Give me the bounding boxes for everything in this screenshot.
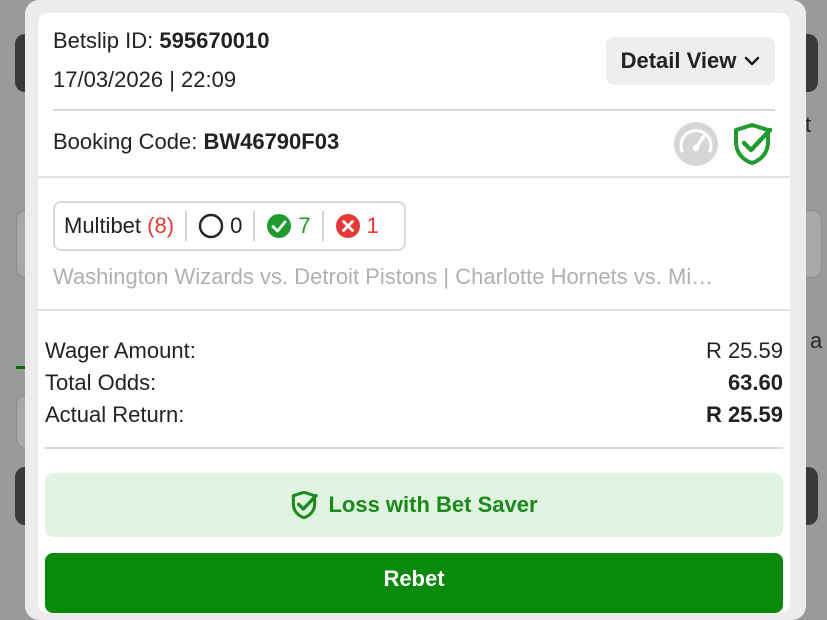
separator [321,211,324,241]
divider [45,447,783,449]
booking-code-value: BW46790F03 [203,129,340,154]
booking-code-label: Booking Code: [53,129,198,154]
open-legs-count: 0 [230,213,243,238]
betslip-id: Betslip ID: 595670010 [53,28,270,54]
bet-saver-shield-icon [292,490,319,520]
bet-saver-shield-icon[interactable] [731,122,773,166]
bet-status-text: Loss with Bet Saver [328,492,538,517]
multibet-label: Multibet (8) [64,213,174,239]
divider [53,109,775,111]
betslip-datetime: 17/03/2026 | 22:09 [53,67,237,92]
bet-status-banner: Loss with Bet Saver [45,473,783,537]
divider [38,176,790,178]
divider [38,309,790,311]
total-odds-value: 63.60 [727,370,783,395]
wager-amount-value: R 25.59 [705,338,783,363]
multibet-count: (8) [147,213,175,238]
background-text-right-2: a [810,328,823,353]
multibet-summary: Multibet (8) 0 7 1 [53,201,406,251]
speedometer-icon[interactable] [673,121,719,167]
total-odds-label: Total Odds: [45,370,157,395]
booking-code: Booking Code: BW46790F03 [53,129,339,155]
detail-view-button[interactable]: Detail View [606,37,775,85]
detail-view-label: Detail View [620,48,737,73]
wager-amount-row: Wager Amount: R 25.59 [45,338,783,364]
total-odds-row: Total Odds: 63.60 [45,370,783,396]
separator [253,211,256,241]
actual-return-value: R 25.59 [705,402,783,427]
actual-return-label: Actual Return: [45,402,185,427]
lost-legs-count: 1 [366,213,379,238]
cross-circle-icon [335,214,360,238]
matches-list: Washington Wizards vs. Detroit Pistons |… [53,264,714,289]
actual-return-row: Actual Return: R 25.59 [45,402,783,428]
check-circle-icon [267,214,292,238]
open-legs-stat: 0 [198,213,242,239]
rebet-button[interactable]: Rebet [45,553,783,613]
wager-amount-label: Wager Amount: [45,338,196,363]
multibet-type: Multibet [64,213,142,238]
won-legs-stat: 7 [266,213,311,239]
lost-legs-stat: 1 [335,213,379,239]
betslip-id-label: Betslip ID: [53,28,154,53]
betslip-id-value: 595670010 [159,28,270,53]
rebet-label: Rebet [383,566,445,591]
open-circle-icon [198,213,224,239]
separator [185,211,188,241]
won-legs-count: 7 [298,213,311,238]
chevron-down-icon [745,56,760,66]
